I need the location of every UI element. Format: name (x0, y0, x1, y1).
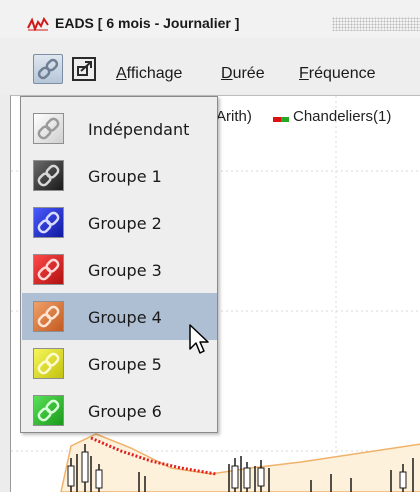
menu-item-label: Groupe 5 (88, 355, 162, 374)
menu-item-label: Groupe 6 (88, 402, 162, 421)
link-icon-blue (33, 207, 64, 238)
menu-item-groupe-1[interactable]: Groupe 1 (22, 152, 217, 199)
window-title: EADS [ 6 mois - Journalier ] (55, 15, 240, 31)
menu-item-label: Groupe 2 (88, 214, 162, 233)
link-icon-yellow (33, 348, 64, 379)
chart-app-icon (27, 17, 49, 31)
mouse-cursor-icon (189, 324, 209, 354)
menu-item-label: Groupe 4 (88, 308, 162, 327)
legend-candles-swatch (273, 117, 289, 122)
menu-item-groupe-6[interactable]: Groupe 6 (22, 387, 217, 434)
menu-item-label: Indépendant (88, 120, 190, 139)
title-bar: EADS [ 6 mois - Journalier ] (0, 0, 420, 39)
link-group-button[interactable] (33, 54, 63, 84)
detach-window-button[interactable] (69, 54, 99, 84)
menu-item-label: Groupe 3 (88, 261, 162, 280)
legend-candles-text: Chandeliers(1) (293, 108, 392, 125)
menu-item-label: Groupe 1 (88, 167, 162, 186)
link-icon-red (33, 254, 64, 285)
legend-arith-text: Arith) (216, 108, 252, 125)
detach-icon (72, 57, 96, 81)
link-group-menu: Indépendant Groupe 1 Groupe 2 Groupe 3 G… (20, 96, 218, 433)
link-icon-green (33, 395, 64, 426)
menu-duree[interactable]: Durée (221, 65, 265, 83)
menu-item-groupe-3[interactable]: Groupe 3 (22, 246, 217, 293)
link-icon-orange (33, 301, 64, 332)
menu-affichage[interactable]: Affichage (116, 65, 182, 83)
menu-item-independant[interactable]: Indépendant (22, 105, 217, 152)
menu-item-groupe-2[interactable]: Groupe 2 (22, 199, 217, 246)
title-bar-grip (332, 17, 420, 31)
link-icon-white (33, 113, 64, 144)
link-icon-black (33, 160, 64, 191)
chain-link-icon (37, 58, 59, 80)
menu-frequence[interactable]: Fréquence (299, 65, 376, 83)
